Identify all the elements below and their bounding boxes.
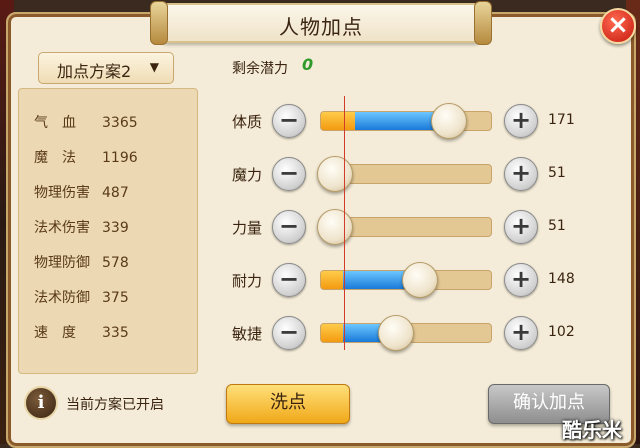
scheme-status-text: 当前方案已开启 xyxy=(66,397,164,413)
stat-row-magic-def: 法术防御 375 xyxy=(34,287,129,307)
endurance-value: 148 xyxy=(548,271,575,287)
panel-title: 人物加点 xyxy=(279,15,363,39)
agility-plus-button[interactable]: + xyxy=(504,316,538,350)
stat-row-phys-dmg: 物理伤害 487 xyxy=(34,182,129,202)
plus-icon: + xyxy=(510,265,532,293)
magic-slider-handle[interactable] xyxy=(316,156,353,192)
stat-value: 1196 xyxy=(102,150,138,166)
stat-value: 578 xyxy=(102,255,129,271)
strength-value: 51 xyxy=(548,218,566,234)
stat-value: 487 xyxy=(102,185,129,201)
base-marker-line xyxy=(344,96,345,350)
constitution-minus-button[interactable]: − xyxy=(272,104,306,138)
strength-plus-button[interactable]: + xyxy=(504,210,538,244)
constitution-value: 171 xyxy=(548,112,575,128)
close-button[interactable]: × xyxy=(600,8,636,44)
attr-label-magic: 魔力 xyxy=(232,166,263,184)
minus-icon: − xyxy=(278,265,300,293)
minus-icon: − xyxy=(278,159,300,187)
constitution-slider-handle[interactable] xyxy=(430,103,467,139)
plus-icon: + xyxy=(510,106,532,134)
constitution-plus-button[interactable]: + xyxy=(504,104,538,138)
endurance-plus-button[interactable]: + xyxy=(504,263,538,297)
stat-label: 魔 法 xyxy=(34,150,76,166)
minus-icon: − xyxy=(278,318,300,346)
stat-label: 气 血 xyxy=(34,115,76,131)
title-plate: 人物加点 xyxy=(150,1,492,45)
attr-label-strength: 力量 xyxy=(232,219,263,237)
agility-value: 102 xyxy=(548,324,575,340)
strength-slider-handle[interactable] xyxy=(316,209,353,245)
stat-value: 335 xyxy=(102,325,129,341)
endurance-minus-button[interactable]: − xyxy=(272,263,306,297)
stat-label: 物理伤害 xyxy=(34,185,90,201)
minus-icon: − xyxy=(278,106,300,134)
reset-points-button[interactable]: 洗点 xyxy=(226,384,350,424)
stat-label: 速 度 xyxy=(34,325,76,341)
plus-icon: + xyxy=(510,318,532,346)
watermark-logo: 酷乐米 xyxy=(562,418,622,442)
stat-value: 3365 xyxy=(102,115,138,131)
stat-value: 339 xyxy=(102,220,129,236)
stat-row-mp: 魔 法 1196 xyxy=(34,147,138,167)
potential-label: 剩余潜力 xyxy=(232,61,288,77)
attr-label-constitution: 体质 xyxy=(232,113,263,131)
scheme-dropdown-label: 加点方案2 xyxy=(57,62,132,81)
magic-plus-button[interactable]: + xyxy=(504,157,538,191)
constitution-base-fill xyxy=(321,112,355,130)
attr-label-endurance: 耐力 xyxy=(232,272,263,290)
chevron-down-icon: ▼ xyxy=(149,60,159,74)
stat-value: 375 xyxy=(102,290,129,306)
agility-minus-button[interactable]: − xyxy=(272,316,306,350)
stat-label: 法术伤害 xyxy=(34,220,90,236)
agility-base-fill xyxy=(321,324,344,342)
stat-row-phys-def: 物理防御 578 xyxy=(34,252,129,272)
attr-label-agility: 敏捷 xyxy=(232,325,263,343)
info-icon[interactable]: i xyxy=(24,386,58,420)
stat-label: 物理防御 xyxy=(34,255,90,271)
scheme-dropdown[interactable]: 加点方案2 ▼ xyxy=(38,52,174,84)
stat-row-speed: 速 度 335 xyxy=(34,322,129,342)
endurance-slider-handle[interactable] xyxy=(401,262,438,298)
endurance-base-fill xyxy=(321,271,344,289)
magic-minus-button[interactable]: − xyxy=(272,157,306,191)
potential-value: 0 xyxy=(302,55,314,74)
strength-minus-button[interactable]: − xyxy=(272,210,306,244)
stat-row-hp: 气 血 3365 xyxy=(34,112,138,132)
stat-row-magic-dmg: 法术伤害 339 xyxy=(34,217,129,237)
plus-icon: + xyxy=(510,212,532,240)
close-icon: × xyxy=(607,10,629,40)
minus-icon: − xyxy=(278,212,300,240)
stat-label: 法术防御 xyxy=(34,290,90,306)
plus-icon: + xyxy=(510,159,532,187)
agility-slider-handle[interactable] xyxy=(377,315,414,351)
magic-value: 51 xyxy=(548,165,566,181)
